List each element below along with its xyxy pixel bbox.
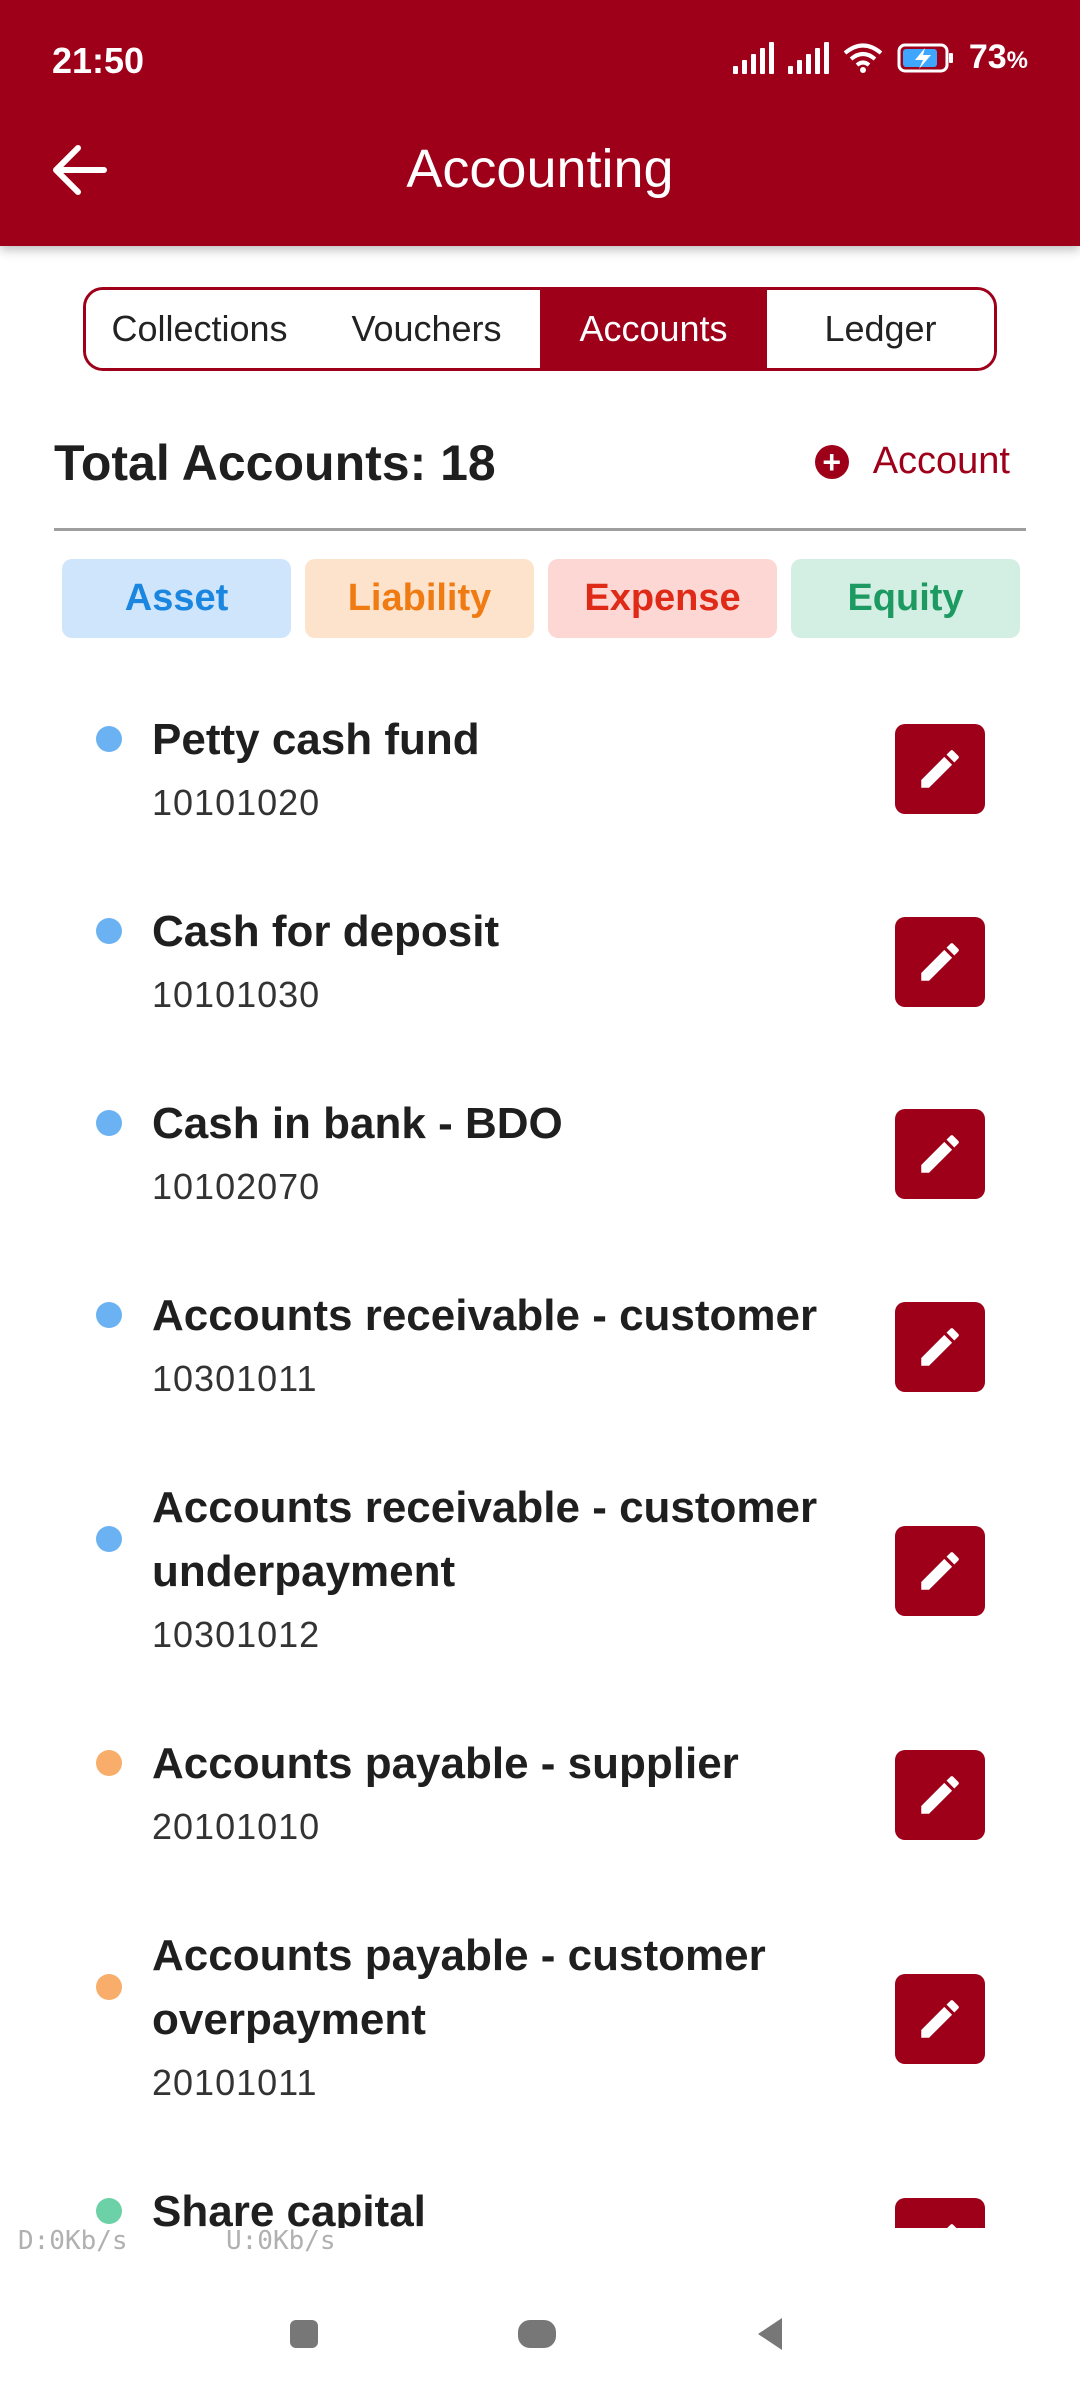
account-code: 20101010 <box>152 1806 321 1847</box>
type-dot <box>96 1750 122 1776</box>
account-code: 10301012 <box>152 1614 321 1655</box>
plus-circle-icon: + <box>814 444 849 479</box>
edit-button[interactable] <box>895 1750 985 1840</box>
pencil-icon <box>921 2000 959 2038</box>
account-name: Cash for deposit <box>152 907 500 956</box>
type-dot <box>96 2198 122 2224</box>
total-accounts: Total Accounts: 18 <box>54 435 496 491</box>
signal-icon <box>732 41 774 74</box>
edit-button[interactable] <box>895 917 985 1007</box>
tab-vouchers[interactable]: Vouchers <box>313 290 540 368</box>
edit-button[interactable] <box>895 1526 985 1616</box>
edit-button[interactable] <box>895 1974 985 2064</box>
pencil-icon <box>921 750 959 788</box>
edit-button[interactable] <box>895 1302 985 1392</box>
type-dot <box>96 1526 122 1552</box>
account-code: 10301011 <box>152 1358 318 1399</box>
account-name: Petty cash fund <box>152 715 480 764</box>
pencil-icon <box>921 1328 959 1366</box>
status-time: 21:50 <box>52 40 145 81</box>
edit-button[interactable] <box>895 1109 985 1199</box>
pencil-icon <box>921 1776 959 1814</box>
type-dot <box>96 1302 122 1328</box>
system-back-button[interactable] <box>758 2318 782 2350</box>
app-bar: 21:50 73% Accounting <box>0 0 1080 246</box>
filter-asset[interactable]: Asset <box>62 559 291 638</box>
pencil-icon <box>921 943 959 981</box>
filter-liability[interactable]: Liability <box>305 559 534 638</box>
pencil-icon <box>921 1552 959 1590</box>
tab-accounts[interactable]: Accounts <box>540 290 767 368</box>
filter-expense[interactable]: Expense <box>548 559 777 638</box>
battery-percent: 73% <box>968 38 1028 76</box>
recents-button[interactable] <box>290 2320 318 2348</box>
page-title: Accounting <box>406 139 674 199</box>
status-icons: 73% <box>732 38 1028 77</box>
account-code: 10101030 <box>152 974 321 1015</box>
add-account-label: Account <box>872 440 1010 482</box>
system-nav-bar <box>0 2228 1080 2400</box>
tab-collections[interactable]: Collections <box>86 290 313 368</box>
pencil-icon <box>921 1135 959 1173</box>
account-code: 10101020 <box>152 782 321 823</box>
add-account-button[interactable]: + Account <box>814 440 1010 483</box>
account-code: 10102070 <box>152 1166 321 1207</box>
type-dot <box>96 726 122 752</box>
account-name: Accounts payable - customer overpayment <box>152 1931 766 2044</box>
divider <box>54 528 1026 531</box>
tab-ledger[interactable]: Ledger <box>767 290 994 368</box>
filter-chips: Asset Liability Expense Equity <box>62 559 1020 638</box>
account-name: Accounts receivable - customer <box>152 1291 818 1340</box>
type-dot <box>96 918 122 944</box>
filter-equity[interactable]: Equity <box>791 559 1020 638</box>
signal-icon-2 <box>787 41 829 74</box>
wifi-icon <box>843 43 883 73</box>
tab-bar: Collections Vouchers Accounts Ledger <box>83 287 997 371</box>
upload-speed: U:0Kb/s <box>226 2226 336 2256</box>
home-button[interactable] <box>518 2320 556 2348</box>
account-name: Accounts payable - supplier <box>152 1739 739 1788</box>
account-name: Cash in bank - BDO <box>152 1099 563 1148</box>
type-dot <box>96 1110 122 1136</box>
type-dot <box>96 1974 122 2000</box>
account-code: 20101011 <box>152 2062 318 2103</box>
download-speed: D:0Kb/s <box>18 2226 128 2256</box>
edit-button[interactable] <box>895 724 985 814</box>
account-name: Accounts receivable - customer underpaym… <box>152 1483 818 1596</box>
battery-icon <box>897 43 953 72</box>
